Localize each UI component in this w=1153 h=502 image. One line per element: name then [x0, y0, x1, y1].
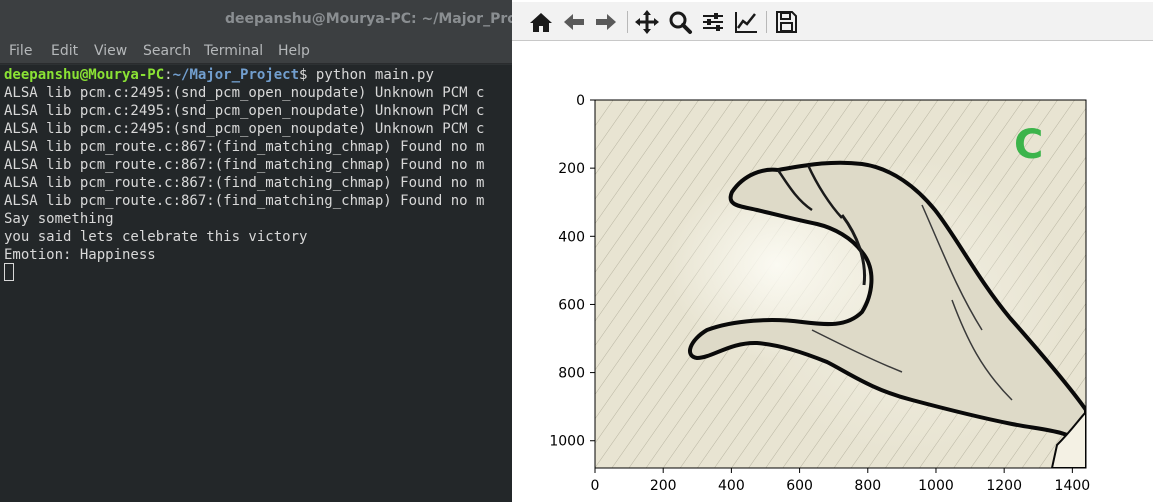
- prompt-user: deepanshu@Mourya-PC: [4, 67, 165, 83]
- displayed-image: C: [595, 100, 1086, 468]
- terminal-output[interactable]: deepanshu@Mourya-PC:~/Major_Project$ pyt…: [0, 65, 512, 502]
- terminal-window[interactable]: deepanshu@Mourya-PC: ~/Major_Project Fil…: [0, 0, 512, 502]
- output-line: ALSA lib pcm_route.c:867:(find_matching_…: [4, 157, 485, 173]
- output-line: ALSA lib pcm_route.c:867:(find_matching_…: [4, 175, 485, 191]
- x-tick-label: 1200: [986, 478, 1022, 494]
- prompt-separator: :: [164, 67, 173, 83]
- output-line: ALSA lib pcm_route.c:867:(find_matching_…: [4, 139, 485, 155]
- y-tick-label: 800: [558, 366, 585, 382]
- x-axis: 0 200 400 600 800 1000 1200 1400: [591, 468, 1091, 494]
- terminal-menubar: File Edit View Search Terminal Help: [0, 40, 512, 64]
- menu-edit[interactable]: Edit: [51, 43, 78, 59]
- prompt-line: deepanshu@Mourya-PC:~/Major_Project$ pyt…: [4, 66, 434, 84]
- output-line: ALSA lib pcm_route.c:867:(find_matching_…: [4, 193, 485, 209]
- x-tick-label: 0: [591, 478, 600, 494]
- x-tick-label: 1000: [918, 478, 954, 494]
- menu-help[interactable]: Help: [278, 43, 310, 59]
- output-line: ALSA lib pcm.c:2495:(snd_pcm_open_noupda…: [4, 121, 485, 137]
- figure-window[interactable]: C 0 200 400 600 800 1000 1200 1400 0 200 400 600 80…: [512, 0, 1153, 502]
- output-line: ALSA lib pcm.c:2495:(snd_pcm_open_noupda…: [4, 103, 485, 119]
- output-line: ALSA lib pcm.c:2495:(snd_pcm_open_noupda…: [4, 85, 485, 101]
- x-tick-label: 1400: [1055, 478, 1091, 494]
- terminal-titlebar[interactable]: deepanshu@Mourya-PC: ~/Major_Project: [0, 0, 512, 40]
- x-tick-label: 400: [718, 478, 745, 494]
- y-tick-label: 1000: [549, 434, 585, 450]
- output-line: you said lets celebrate this victory: [4, 229, 308, 245]
- terminal-title: deepanshu@Mourya-PC: ~/Major_Project: [225, 11, 512, 27]
- menu-terminal[interactable]: Terminal: [204, 43, 263, 59]
- terminal-cursor: [4, 263, 14, 281]
- y-tick-label: 600: [558, 297, 585, 313]
- y-tick-label: 200: [558, 161, 585, 177]
- menu-search[interactable]: Search: [143, 43, 191, 59]
- menu-view[interactable]: View: [94, 43, 127, 59]
- x-tick-label: 600: [786, 478, 813, 494]
- prompt-path: ~/Major_Project: [172, 67, 300, 83]
- prompt-command: python main.py: [307, 67, 434, 83]
- output-line: Say something: [4, 211, 114, 227]
- x-tick-label: 200: [650, 478, 677, 494]
- plot-area[interactable]: C 0 200 400 600 800 1000 1200 1400 0 200 400 600 80…: [512, 0, 1153, 502]
- predicted-letter-label: C: [1014, 122, 1043, 168]
- output-line: Emotion: Happiness: [4, 247, 156, 263]
- y-tick-label: 400: [558, 229, 585, 245]
- menu-file[interactable]: File: [9, 43, 32, 59]
- y-tick-label: 0: [576, 93, 585, 109]
- y-axis: 0 200 400 600 800 1000: [549, 93, 595, 450]
- x-tick-label: 800: [854, 478, 881, 494]
